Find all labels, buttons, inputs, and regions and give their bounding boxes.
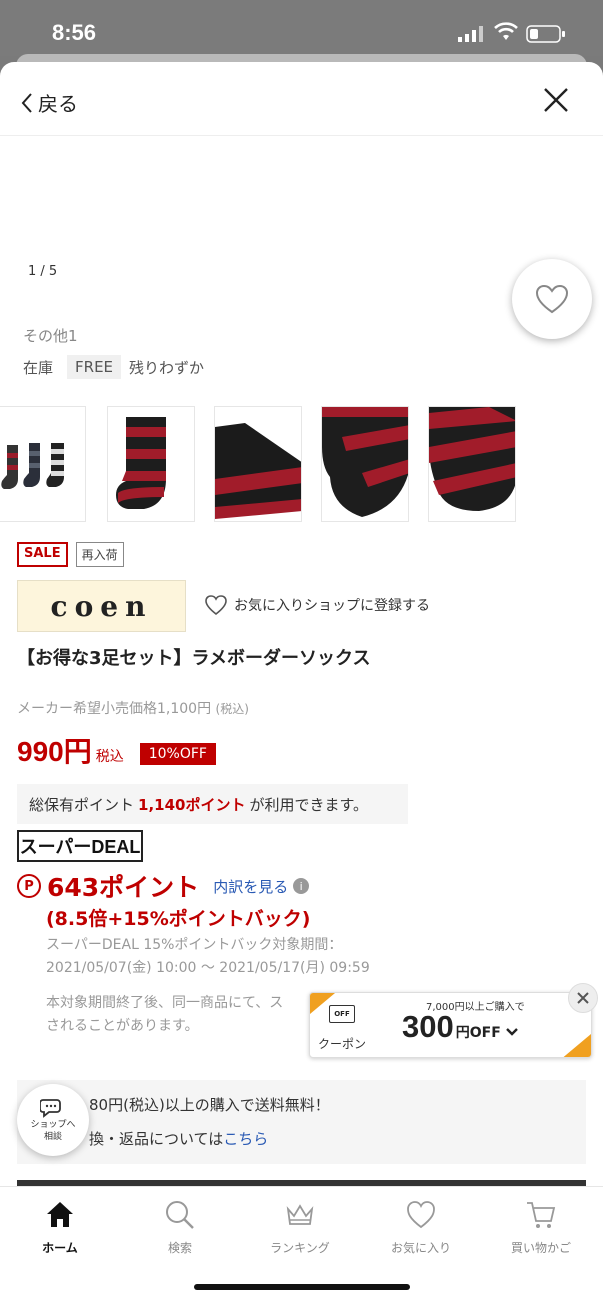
product-title: 【お得な3足セット】ラメボーダーソックス <box>17 648 371 669</box>
heart-icon <box>535 284 569 314</box>
breakdown-link[interactable]: 内訳を見る i <box>213 876 310 897</box>
size-chip[interactable]: FREE <box>67 355 122 379</box>
chevron-down-icon <box>505 1028 518 1036</box>
shop-chat-button[interactable]: ショップへ 相談 <box>17 1084 89 1156</box>
back-label: 戻る <box>38 92 78 116</box>
chat-icon <box>40 1099 61 1118</box>
shop-logo[interactable]: coen <box>17 580 186 632</box>
info-icon: i <box>293 878 310 894</box>
price: 990円 <box>17 736 92 767</box>
coupon-amount: 300 円OFF <box>402 1009 519 1045</box>
coupon-label: クーポン <box>318 1037 367 1051</box>
tab-home-label: ホーム <box>42 1241 78 1255</box>
list-price-text: メーカー希望小売価格1,100円 <box>17 701 212 717</box>
return-policy-link[interactable]: こちら <box>223 1130 268 1148</box>
thumbnail-4[interactable] <box>321 406 409 522</box>
battery-icon <box>526 25 565 43</box>
list-price: メーカー希望小売価格1,100円 (税込) <box>17 698 249 718</box>
shipping-info: 80円(税込)以上の購入で送料無料！ 換・返品についてはこちら <box>17 1080 586 1164</box>
sale-badge: SALE <box>17 542 68 567</box>
wifi-icon <box>494 22 518 40</box>
badge-row: SALE 再入荷 <box>17 542 124 567</box>
points-balance: 総保有ポイント 1,140ポイント が利用できます。 <box>17 784 408 824</box>
stock-label: 在庫 <box>23 358 54 377</box>
close-icon[interactable] <box>542 86 570 114</box>
coupon-unit: 円OFF <box>455 1025 501 1041</box>
return-policy: 換・返品についてはこちら <box>89 1128 268 1149</box>
thumbnail-strip <box>0 406 603 522</box>
sock-image <box>116 417 166 509</box>
tab-favorites[interactable]: お気に入り <box>371 1199 471 1256</box>
tab-home[interactable]: ホーム <box>10 1199 110 1256</box>
coupon-banner[interactable]: OFF クーポン 7,000円以上ご購入で 300 円OFF <box>309 992 592 1058</box>
sock-detail-image <box>215 423 301 519</box>
thumbnail-3[interactable] <box>214 406 302 522</box>
deal-note: 本対象期間終了後、同一商品にて、ス されることがあります。 <box>46 992 283 1038</box>
earn-points-row: P 643ポイント 内訳を見る i <box>17 868 310 904</box>
stock-status: 残りわずか <box>129 358 205 377</box>
chevron-left-icon <box>21 92 32 113</box>
search-icon <box>166 1201 194 1229</box>
coupon-value: 300 <box>402 1009 454 1044</box>
socks-set-image <box>1 443 64 489</box>
deal-note-line2: されることがあります。 <box>46 1018 199 1034</box>
coupon-icon: OFF <box>329 1005 355 1023</box>
thumbnail-5[interactable] <box>428 406 516 522</box>
variant-option: その他1 <box>23 327 78 345</box>
restock-badge: 再入荷 <box>75 542 124 567</box>
deal-period: スーパーDEAL 15%ポイントバック対象期間： 2021/05/07(金) 1… <box>46 934 370 980</box>
free-shipping-text: 80円(税込)以上の購入で送料無料！ <box>89 1096 330 1114</box>
coupon-corner <box>561 1033 591 1057</box>
shop-chat-line1: ショップへ <box>30 1120 76 1130</box>
thumbnail-1[interactable] <box>0 406 86 522</box>
back-button[interactable]: 戻る <box>20 88 78 117</box>
points-amount: 1,140ポイント <box>138 795 246 814</box>
tab-cart[interactable]: 買い物かご <box>491 1199 591 1256</box>
image-pager: 1 / 5 <box>28 264 58 279</box>
shop-chat-line2: 相談 <box>43 1132 62 1142</box>
home-indicator <box>194 1284 410 1290</box>
tab-cart-label: 買い物かご <box>510 1241 571 1255</box>
price-row: 990円 税込 10%OFF <box>17 730 216 770</box>
sock-heel-image <box>322 407 408 517</box>
super-deal-logo: スーパーDEAL <box>17 830 143 862</box>
product-sheet: 戻る 1 / 5 その他1 在庫 FREE 残りわずか SALE 再入荷 coe… <box>0 62 603 1304</box>
earn-points: 643ポイント <box>47 873 200 902</box>
shop-favorite-button[interactable]: お気に入りショップに登録する <box>204 594 430 616</box>
heart-icon <box>407 1201 435 1229</box>
coupon-close-button[interactable] <box>568 983 598 1013</box>
tab-ranking[interactable]: ランキング <box>250 1199 350 1256</box>
favorite-item-button[interactable] <box>512 259 592 339</box>
price-tax: 税込 <box>95 749 124 765</box>
points-suffix: が利用できます。 <box>249 795 368 814</box>
close-icon <box>577 992 589 1004</box>
top-bar: 戻る <box>0 62 603 136</box>
tab-ranking-label: ランキング <box>270 1241 330 1255</box>
discount-badge: 10%OFF <box>139 743 216 765</box>
deal-period-line1: スーパーDEAL 15%ポイントバック対象期間： <box>46 937 343 953</box>
deal-note-line1: 本対象期間終了後、同一商品にて、ス <box>46 995 284 1011</box>
return-policy-text: 換・返品については <box>89 1130 224 1148</box>
status-time: 8:56 <box>52 20 97 45</box>
tab-search-label: 検索 <box>167 1241 192 1255</box>
shop-favorite-label: お気に入りショップに登録する <box>234 598 430 614</box>
home-icon <box>47 1202 73 1227</box>
signal-icon <box>458 26 483 42</box>
point-icon: P <box>17 874 41 898</box>
list-price-tax: (税込) <box>215 702 249 716</box>
thumbnail-2[interactable] <box>107 406 195 522</box>
status-bar: 8:56 <box>0 0 603 56</box>
stock-row: 在庫 FREE 残りわずか <box>23 355 204 379</box>
tab-favorites-label: お気に入り <box>390 1241 451 1255</box>
points-prefix: 総保有ポイント <box>29 795 135 814</box>
deal-period-line2: 2021/05/07(金) 10:00 〜 2021/05/17(月) 09:5… <box>46 960 370 976</box>
cart-icon <box>527 1202 556 1228</box>
point-back-rate: (8.5倍+15%ポイントバック) <box>46 908 311 930</box>
crown-icon <box>286 1204 314 1225</box>
breakdown-label: 内訳を見る <box>213 877 289 896</box>
sock-toe-image <box>429 407 515 511</box>
heart-icon <box>205 595 227 616</box>
tab-search[interactable]: 検索 <box>130 1199 230 1256</box>
